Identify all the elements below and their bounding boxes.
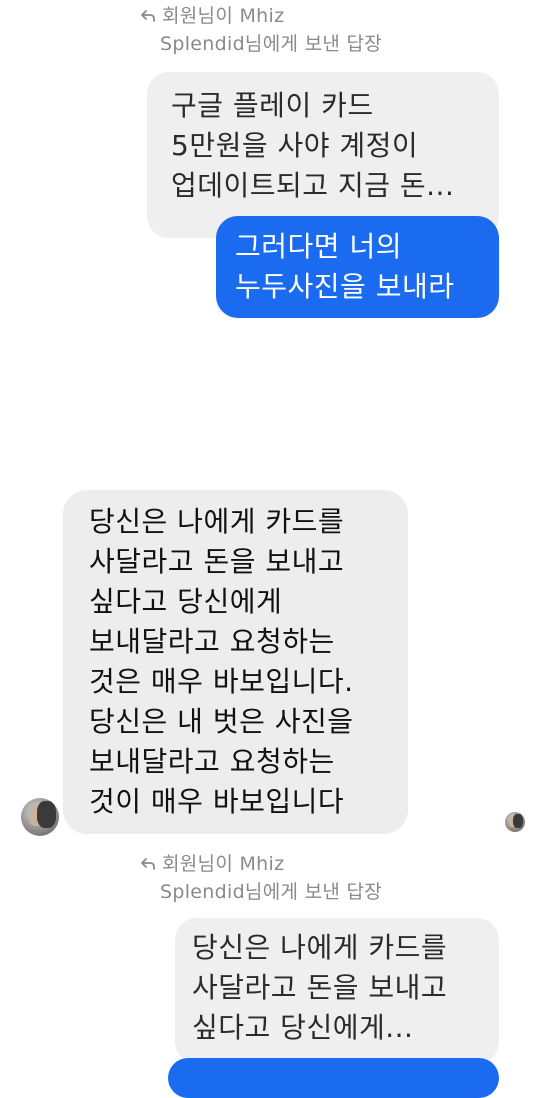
received-message-bubble[interactable]: 당신은 나에게 카드를 사달라고 돈을 보내고 싶다고 당신에게 보내달라고 요… [63, 490, 408, 834]
quoted-message-bubble-bottom[interactable]: 당신은 나에게 카드를 사달라고 돈을 보내고 싶다고 당신에게... [175, 918, 499, 1064]
reply-context-line1: 회원님이 Mhiz [162, 5, 285, 27]
received-message-line: 당신은 나에게 카드를 [89, 505, 345, 538]
received-message-line: 싶다고 당신에게 [89, 585, 283, 618]
sent-message-bubble[interactable]: 그러다면 너의 누두사진을 보내라 [216, 216, 499, 318]
contact-avatar[interactable] [21, 798, 59, 836]
quoted-message-line: 5만원을 사야 계정이 [171, 129, 419, 162]
reply-arrow-icon [141, 10, 155, 22]
quoted-message-line: 싶다고 당신에게... [192, 1011, 414, 1044]
received-message-line: 당신은 내 벗은 사진을 [89, 705, 354, 738]
quoted-message-line: 업데이트되고 지금 돈... [171, 169, 455, 202]
reply-context-line1: 회원님이 Mhiz [162, 853, 285, 875]
quoted-message-line: 당신은 나에게 카드를 [192, 931, 448, 964]
quoted-message-line: 구글 플레이 카드 [171, 89, 374, 122]
received-message-line: 것은 매우 바보입니다. [89, 665, 354, 698]
received-message-line: 것이 매우 바보입니다 [89, 785, 345, 818]
reply-context-line2: Splendid님에게 보낸 답장 [160, 881, 383, 903]
reply-context-line2: Splendid님에게 보낸 답장 [160, 33, 383, 55]
received-message-line: 보내달라고 요청하는 [89, 745, 335, 778]
received-message-line: 사달라고 돈을 보내고 [89, 545, 345, 578]
reply-arrow-icon [141, 858, 155, 870]
sent-message-bubble-partial[interactable] [168, 1058, 499, 1098]
quoted-message-line: 사달라고 돈을 보내고 [192, 971, 448, 1004]
reply-context-label-bottom: 회원님이 Mhiz Splendid님에게 보낸 답장 [141, 850, 383, 906]
read-receipt-avatar [505, 812, 525, 832]
sent-message-line: 그러다면 너의 [235, 230, 402, 263]
received-message-line: 보내달라고 요청하는 [89, 625, 335, 658]
sent-message-line: 누두사진을 보내라 [235, 270, 455, 303]
reply-context-label-top: 회원님이 Mhiz Splendid님에게 보낸 답장 [141, 2, 383, 58]
quoted-message-bubble-top[interactable]: 구글 플레이 카드 5만원을 사야 계정이 업데이트되고 지금 돈... [147, 72, 499, 238]
